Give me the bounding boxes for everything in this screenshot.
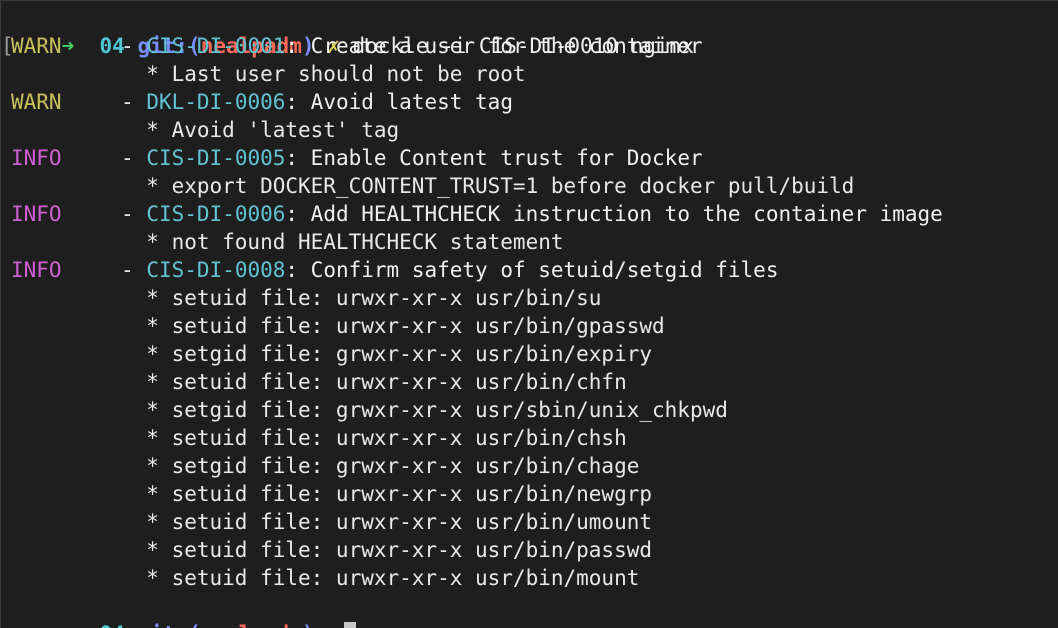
terminal-window[interactable]: [➜ 04 git:(nealpadm) ✗ dockle -i CIS-DI-…	[0, 0, 1058, 628]
finding-detail: * setuid file: urwxr-xr-x usr/bin/umount	[121, 510, 653, 534]
finding-dash: -	[121, 258, 134, 282]
finding-code: DKL-DI-0006	[146, 90, 286, 114]
finding-dash: -	[121, 146, 134, 170]
finding-title: : Add HEALTHCHECK instruction to the con…	[285, 202, 943, 226]
prompt-branch: nealpadm	[201, 622, 302, 628]
finding-title: : Confirm safety of setuid/setgid files	[285, 258, 779, 282]
prompt-arrow-icon: ➜	[62, 622, 75, 628]
finding-detail: * not found HEALTHCHECK statement	[121, 230, 564, 254]
finding-detail: * setuid file: urwxr-xr-x usr/bin/su	[121, 286, 602, 310]
finding-level: INFO	[11, 146, 62, 170]
finding-level: INFO	[11, 258, 62, 282]
finding-title: : Enable Content trust for Docker	[285, 146, 703, 170]
finding-header: INFO - CIS-DI-0005: Enable Content trust …	[11, 144, 1058, 172]
finding-detail: * setuid file: urwxr-xr-x usr/bin/passwd	[121, 538, 653, 562]
finding-detail: * setuid file: urwxr-xr-x usr/bin/chsh	[121, 426, 627, 450]
findings-output: WARN - CIS-DI-0001: Create a user for the…	[11, 32, 1058, 592]
finding-detail: * setgid file: grwxr-xr-x usr/bin/expiry	[121, 342, 653, 366]
finding-detail: * export DOCKER_CONTENT_TRUST=1 before d…	[121, 174, 855, 198]
prompt-bracket: [	[1, 34, 14, 58]
finding-title: : Create a user for the container	[285, 34, 703, 58]
finding-header: WARN - DKL-DI-0006: Avoid latest tag	[11, 88, 1058, 116]
finding-level: WARN	[11, 34, 62, 58]
finding-code: CIS-DI-0001	[146, 34, 286, 58]
finding-dash: -	[121, 90, 134, 114]
finding-level: INFO	[11, 202, 62, 226]
finding-detail: * setuid file: urwxr-xr-x usr/bin/newgrp	[121, 482, 653, 506]
finding-detail: * setuid file: urwxr-xr-x usr/bin/gpassw…	[121, 314, 665, 338]
finding-code: CIS-DI-0005	[146, 146, 286, 170]
finding-detail: * setuid file: urwxr-xr-x usr/bin/mount	[121, 566, 640, 590]
finding-detail: * setgid file: grwxr-xr-x usr/sbin/unix_…	[121, 398, 728, 422]
finding-detail: * setuid file: urwxr-xr-x usr/bin/chfn	[121, 370, 627, 394]
prompt-dirty-icon: ✗	[327, 622, 340, 628]
finding-level: WARN	[11, 90, 62, 114]
finding-header: INFO - CIS-DI-0008: Confirm safety of set…	[11, 256, 1058, 284]
finding-title: : Avoid latest tag	[285, 90, 513, 114]
finding-detail: * Avoid 'latest' tag	[121, 118, 400, 142]
text-cursor[interactable]	[343, 621, 356, 628]
finding-header: INFO - CIS-DI-0006: Add HEALTHCHECK instr…	[11, 200, 1058, 228]
finding-code: CIS-DI-0006	[146, 202, 286, 226]
finding-code: CIS-DI-0008	[146, 258, 286, 282]
prompt-git-prefix: git:(	[137, 622, 200, 628]
finding-header: WARN - CIS-DI-0001: Create a user for the…	[11, 32, 1058, 60]
finding-dash: -	[121, 34, 134, 58]
prompt-git-suffix: )	[302, 622, 315, 628]
prompt-directory: 04	[100, 622, 125, 628]
finding-dash: -	[121, 202, 134, 226]
active-prompt-line[interactable]: ➜ 04 git:(nealpadm) ✗	[11, 592, 1058, 628]
command-line: [➜ 04 git:(nealpadm) ✗ dockle -i CIS-DI-…	[1, 4, 1058, 58]
finding-detail: * setgid file: grwxr-xr-x usr/bin/chage	[121, 454, 640, 478]
finding-detail: * Last user should not be root	[121, 62, 526, 86]
